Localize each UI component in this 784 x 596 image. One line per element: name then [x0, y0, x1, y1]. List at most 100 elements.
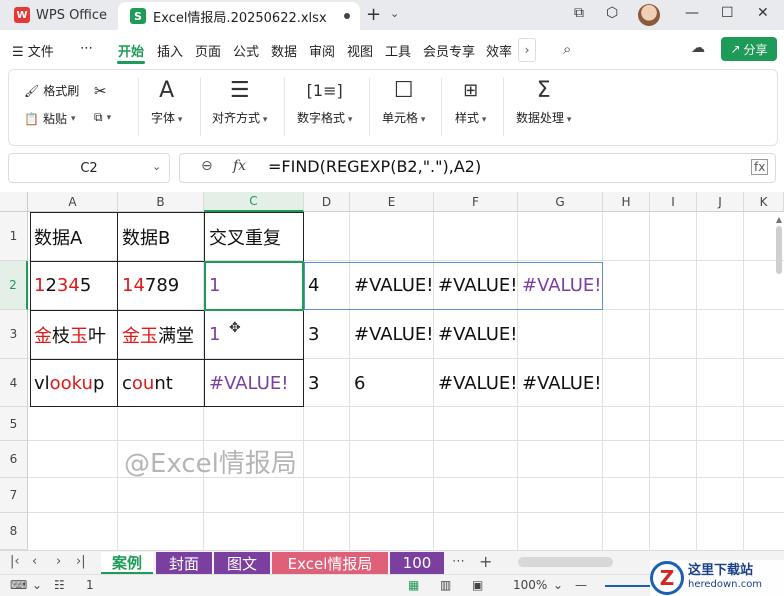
- page-layout-icon[interactable]: ▥: [440, 578, 451, 592]
- menu-more-icon[interactable]: ⋯: [80, 41, 93, 56]
- cell-A4[interactable]: vl ooku p: [30, 360, 117, 406]
- sheet-tab-cover[interactable]: 封面: [156, 552, 212, 574]
- cell-B1[interactable]: 数据B: [118, 213, 204, 260]
- column-header-A[interactable]: A: [28, 192, 118, 212]
- name-box[interactable]: C2: [8, 153, 170, 183]
- unsaved-dot-icon[interactable]: [344, 13, 350, 19]
- more-sheets-icon[interactable]: ⋯: [452, 554, 465, 569]
- menu-file[interactable]: ☰ 文件: [12, 41, 54, 60]
- cell-B2[interactable]: 14 789: [118, 262, 204, 309]
- search-icon[interactable]: ⌕: [563, 40, 571, 58]
- menu-tab-home[interactable]: 开始: [118, 41, 144, 60]
- data-processing-button[interactable]: Σ 数据处理 ▾: [516, 78, 571, 126]
- column-header-F[interactable]: F: [434, 192, 518, 212]
- column-header-E[interactable]: E: [350, 192, 434, 212]
- paste-button[interactable]: 📋 粘贴 ▾: [24, 110, 76, 127]
- vertical-scrollbar[interactable]: ▲: [774, 215, 784, 545]
- menu-tab-data[interactable]: 数据: [271, 41, 297, 60]
- add-sheet-icon[interactable]: +: [479, 552, 492, 571]
- new-tab-icon[interactable]: +: [366, 4, 381, 25]
- first-sheet-icon[interactable]: |‹: [10, 554, 20, 569]
- row-header-8[interactable]: 8: [0, 513, 28, 550]
- cut-icon[interactable]: ✂: [94, 82, 107, 100]
- share-button[interactable]: ↗ 分享: [721, 37, 777, 61]
- restore-tab-icon[interactable]: ⧉: [574, 5, 584, 21]
- expand-formula-icon[interactable]: fx: [751, 159, 769, 175]
- sheet-tab-excel-bureau[interactable]: Excel情报局: [272, 552, 388, 574]
- zoom-search-icon[interactable]: ⊖: [201, 158, 213, 174]
- avatar[interactable]: [638, 4, 660, 26]
- cell-F4[interactable]: #VALUE!: [434, 360, 518, 406]
- cell-A2[interactable]: 12345: [30, 262, 117, 309]
- normal-view-icon[interactable]: ▦: [408, 578, 419, 592]
- close-icon[interactable]: ✕: [757, 5, 769, 21]
- name-box-caret-icon[interactable]: ⌄: [152, 160, 161, 173]
- column-header-K[interactable]: K: [744, 192, 784, 212]
- last-sheet-icon[interactable]: ›|: [76, 554, 86, 569]
- cell-A1[interactable]: 数据A: [30, 213, 117, 260]
- cell-C4[interactable]: #VALUE!: [205, 360, 304, 406]
- cell-B4[interactable]: c ou nt: [118, 360, 204, 406]
- row-header-6[interactable]: 6: [0, 441, 28, 478]
- number-format-button[interactable]: [1≡] 数字格式 ▾: [297, 78, 352, 126]
- cell-E3[interactable]: #VALUE!: [350, 311, 434, 358]
- cell-E4[interactable]: 6: [350, 360, 434, 406]
- row-header-5[interactable]: 5: [0, 407, 28, 441]
- cell-C1[interactable]: 交叉重复: [205, 213, 304, 260]
- prev-sheet-icon[interactable]: ‹: [32, 554, 37, 569]
- sheet-tab-graphic[interactable]: 图文: [214, 552, 270, 574]
- cell-D3[interactable]: 3: [304, 311, 350, 358]
- style-button[interactable]: ⊞ 样式 ▾: [455, 78, 486, 126]
- menu-tab-efficiency[interactable]: 效率: [486, 41, 512, 60]
- status-chevron-icon[interactable]: ⌄: [32, 578, 42, 592]
- tab-list-chevron-icon[interactable]: ⌄: [390, 7, 399, 20]
- zoom-slider[interactable]: [605, 585, 655, 587]
- column-header-B[interactable]: B: [118, 192, 204, 212]
- maximize-icon[interactable]: ☐: [721, 5, 734, 21]
- zoom-caret-icon[interactable]: ⌄: [553, 578, 563, 592]
- cell-button[interactable]: ☐ 单元格 ▾: [382, 78, 425, 126]
- minimize-icon[interactable]: —: [685, 5, 699, 21]
- cell-G4[interactable]: #VALUE!: [518, 360, 603, 406]
- cell-B3[interactable]: 金玉 满堂: [118, 311, 204, 358]
- scroll-thumb[interactable]: [776, 226, 782, 274]
- sheet-list-icon[interactable]: ☷: [54, 578, 65, 592]
- column-header-D[interactable]: D: [304, 192, 350, 212]
- cell-A3[interactable]: 金枝玉叶: [30, 311, 117, 358]
- cell-F3[interactable]: #VALUE!: [434, 311, 518, 358]
- formula-text[interactable]: =FIND(REGEXP(B2,"."),A2): [268, 157, 481, 176]
- wps-home-tab[interactable]: W WPS Office: [0, 0, 116, 30]
- select-all-corner[interactable]: [0, 192, 28, 212]
- row-header-4[interactable]: 4: [0, 359, 28, 407]
- copy-button[interactable]: ⧉ ▾: [94, 110, 111, 125]
- column-header-H[interactable]: H: [603, 192, 650, 212]
- row-header-1[interactable]: 1: [0, 212, 28, 261]
- cube-icon[interactable]: ⬡: [606, 5, 618, 21]
- menu-tab-member[interactable]: 会员专享: [423, 41, 475, 60]
- row-header-7[interactable]: 7: [0, 478, 28, 513]
- cell-C3[interactable]: 1: [205, 311, 304, 358]
- horizontal-scrollbar[interactable]: [518, 557, 613, 567]
- column-header-I[interactable]: I: [650, 192, 697, 212]
- scroll-up-icon[interactable]: ▲: [774, 215, 784, 224]
- next-sheet-icon[interactable]: ›: [56, 554, 61, 569]
- zoom-out-icon[interactable]: —: [575, 578, 587, 592]
- column-header-G[interactable]: G: [518, 192, 603, 212]
- menu-tab-page[interactable]: 页面: [195, 41, 221, 60]
- cell-D4[interactable]: 3: [304, 360, 350, 406]
- cloud-upload-icon[interactable]: ☁: [691, 40, 705, 56]
- file-tab[interactable]: S Excel情报局.20250622.xlsx: [118, 2, 360, 30]
- format-painter-button[interactable]: 🖌 格式刷: [24, 82, 79, 99]
- menu-tab-tools[interactable]: 工具: [385, 41, 411, 60]
- sheet-tab-case[interactable]: 案例: [101, 552, 153, 574]
- row-header-2[interactable]: 2: [0, 261, 28, 310]
- zoom-level[interactable]: 100%: [513, 578, 547, 592]
- menu-tab-formula[interactable]: 公式: [233, 41, 259, 60]
- sheet-tab-100[interactable]: 100: [390, 552, 444, 574]
- menu-tab-view[interactable]: 视图: [347, 41, 373, 60]
- macro-icon[interactable]: ⌨: [10, 578, 27, 592]
- font-button[interactable]: A 字体 ▾: [151, 78, 182, 126]
- page-break-icon[interactable]: ▣: [472, 578, 483, 592]
- column-header-C[interactable]: C: [204, 192, 304, 212]
- fx-icon[interactable]: fx: [233, 158, 246, 174]
